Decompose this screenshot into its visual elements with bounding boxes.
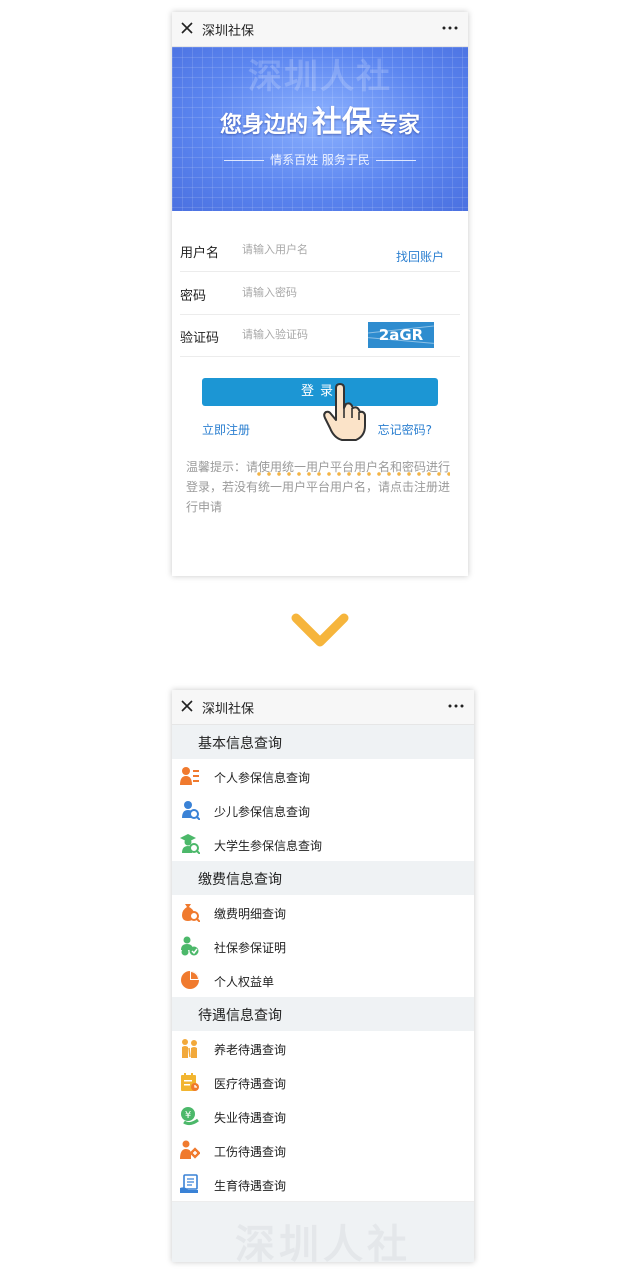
- slogan-part-1: 您身边的: [219, 113, 308, 138]
- username-label: 用户名: [180, 246, 220, 261]
- injury-icon: [180, 1140, 200, 1159]
- svg-text:¥: ¥: [185, 1110, 191, 1121]
- username-input[interactable]: [242, 239, 362, 259]
- menu-item-label: 个人参保信息查询: [214, 771, 311, 785]
- pointing-hand-icon: [323, 383, 366, 441]
- banner-subtitle: 情系百姓 服务于民: [172, 151, 468, 168]
- menu-item-label: 个人权益单: [214, 975, 275, 989]
- password-label: 密码: [180, 289, 207, 304]
- menu-item-label: 少儿参保信息查询: [214, 805, 311, 819]
- menu-item-label: 失业待遇查询: [214, 1111, 287, 1125]
- find-account-link[interactable]: 找回账户: [396, 248, 444, 265]
- elderly-icon: [182, 1039, 197, 1058]
- graduate-search-icon: [180, 834, 200, 854]
- login-screen: 深圳社保 深圳人社 您身边的社保专家 情系百姓 服务于民 用户名 找回账户 密码…: [172, 12, 468, 576]
- menu-item-payment-details[interactable]: 缴费明细查询: [172, 895, 474, 930]
- close-icon[interactable]: [179, 698, 195, 714]
- password-input[interactable]: [242, 282, 362, 302]
- menu-item-label: 工伤待遇查询: [214, 1145, 287, 1159]
- section-header-payment: 缴费信息查询: [172, 861, 474, 895]
- menu-item-pension[interactable]: 养老待遇查询: [172, 1031, 474, 1066]
- banner: 深圳人社 您身边的 社保 专家 情系百姓 服务于民: [172, 47, 468, 211]
- maternity-icon: [180, 1174, 198, 1193]
- menu-item-personal-rights[interactable]: 个人权益单: [172, 963, 474, 998]
- medical-calendar-icon: [181, 1073, 199, 1091]
- pie-chart-icon: [181, 971, 199, 989]
- banner-subtitle-text: 情系百姓 服务于民: [270, 153, 370, 167]
- captcha-row: 验证码 2aGR: [180, 314, 460, 357]
- divider-right: [375, 160, 416, 161]
- slogan-part-3: 专家: [376, 113, 421, 138]
- menu-item-label: 养老待遇查询: [214, 1043, 287, 1057]
- title-bar: 深圳社保: [172, 690, 474, 725]
- menu-item-medical[interactable]: 医疗待遇查询: [172, 1065, 474, 1100]
- menu-item-child-insurance[interactable]: 少儿参保信息查询: [172, 793, 474, 828]
- captcha-input[interactable]: [242, 324, 362, 344]
- divider-left: [224, 160, 265, 161]
- underline-dots: [254, 472, 450, 476]
- more-icon[interactable]: [442, 26, 458, 30]
- login-button[interactable]: 登录: [202, 378, 438, 406]
- money-bag-search-icon: [182, 904, 200, 922]
- footer-area: 深圳人社: [172, 1202, 474, 1268]
- menu-item-personal-insurance[interactable]: 个人参保信息查询: [172, 759, 474, 794]
- menu-item-unemployment[interactable]: ¥ 失业待遇查询: [172, 1099, 474, 1134]
- menu-item-label: 大学生参保信息查询: [214, 839, 323, 853]
- footer-watermark: 深圳人社: [235, 1222, 411, 1268]
- menu-item-label: 生育待遇查询: [214, 1179, 287, 1193]
- menu-item-student-insurance[interactable]: 大学生参保信息查询: [172, 827, 474, 862]
- menu-screen: 深圳社保 基本信息查询 个人参保信息查询 少儿参保信息查询 大学生参保信息查询 …: [172, 690, 474, 1268]
- certificate-people-icon: [181, 936, 199, 956]
- banner-watermark: 深圳人社: [248, 57, 392, 97]
- person-list-icon: [180, 767, 199, 785]
- section-title: 待遇信息查询: [198, 1008, 282, 1024]
- more-icon[interactable]: [448, 704, 464, 708]
- tip-text: 温馨提示：请使用统一用户平台用户名和密码进行登录，若没有统一用户平台用户名，请点…: [186, 460, 451, 514]
- register-link[interactable]: 立即注册: [202, 421, 250, 438]
- username-row: 用户名 找回账户: [180, 229, 460, 272]
- captcha-label: 验证码: [180, 331, 220, 346]
- menu-item-maternity[interactable]: 生育待遇查询: [172, 1167, 474, 1202]
- section-title: 缴费信息查询: [198, 872, 282, 888]
- unemployment-icon: ¥: [181, 1107, 199, 1126]
- menu-item-label: 社保参保证明: [214, 941, 287, 955]
- chevron-down-icon: [291, 613, 349, 647]
- slogan-part-2: 社保: [312, 105, 372, 140]
- captcha-image[interactable]: 2aGR: [368, 322, 434, 348]
- banner-slogan: 您身边的 社保 专家: [172, 97, 468, 141]
- section-title: 基本信息查询: [198, 736, 282, 752]
- forgot-password-link[interactable]: 忘记密码?: [378, 421, 432, 438]
- section-header-basic: 基本信息查询: [172, 725, 474, 759]
- close-icon[interactable]: [179, 20, 195, 36]
- page-title: 深圳社保: [202, 24, 255, 39]
- menu-item-label: 医疗待遇查询: [214, 1077, 287, 1091]
- page-title: 深圳社保: [202, 702, 255, 717]
- password-row: 密码: [180, 272, 460, 315]
- menu-item-injury[interactable]: 工伤待遇查询: [172, 1133, 474, 1168]
- menu-item-insurance-certificate[interactable]: 社保参保证明: [172, 929, 474, 964]
- section-header-benefits: 待遇信息查询: [172, 997, 474, 1031]
- title-bar: 深圳社保: [172, 12, 468, 47]
- menu-item-label: 缴费明细查询: [214, 907, 287, 921]
- child-search-icon: [182, 801, 200, 820]
